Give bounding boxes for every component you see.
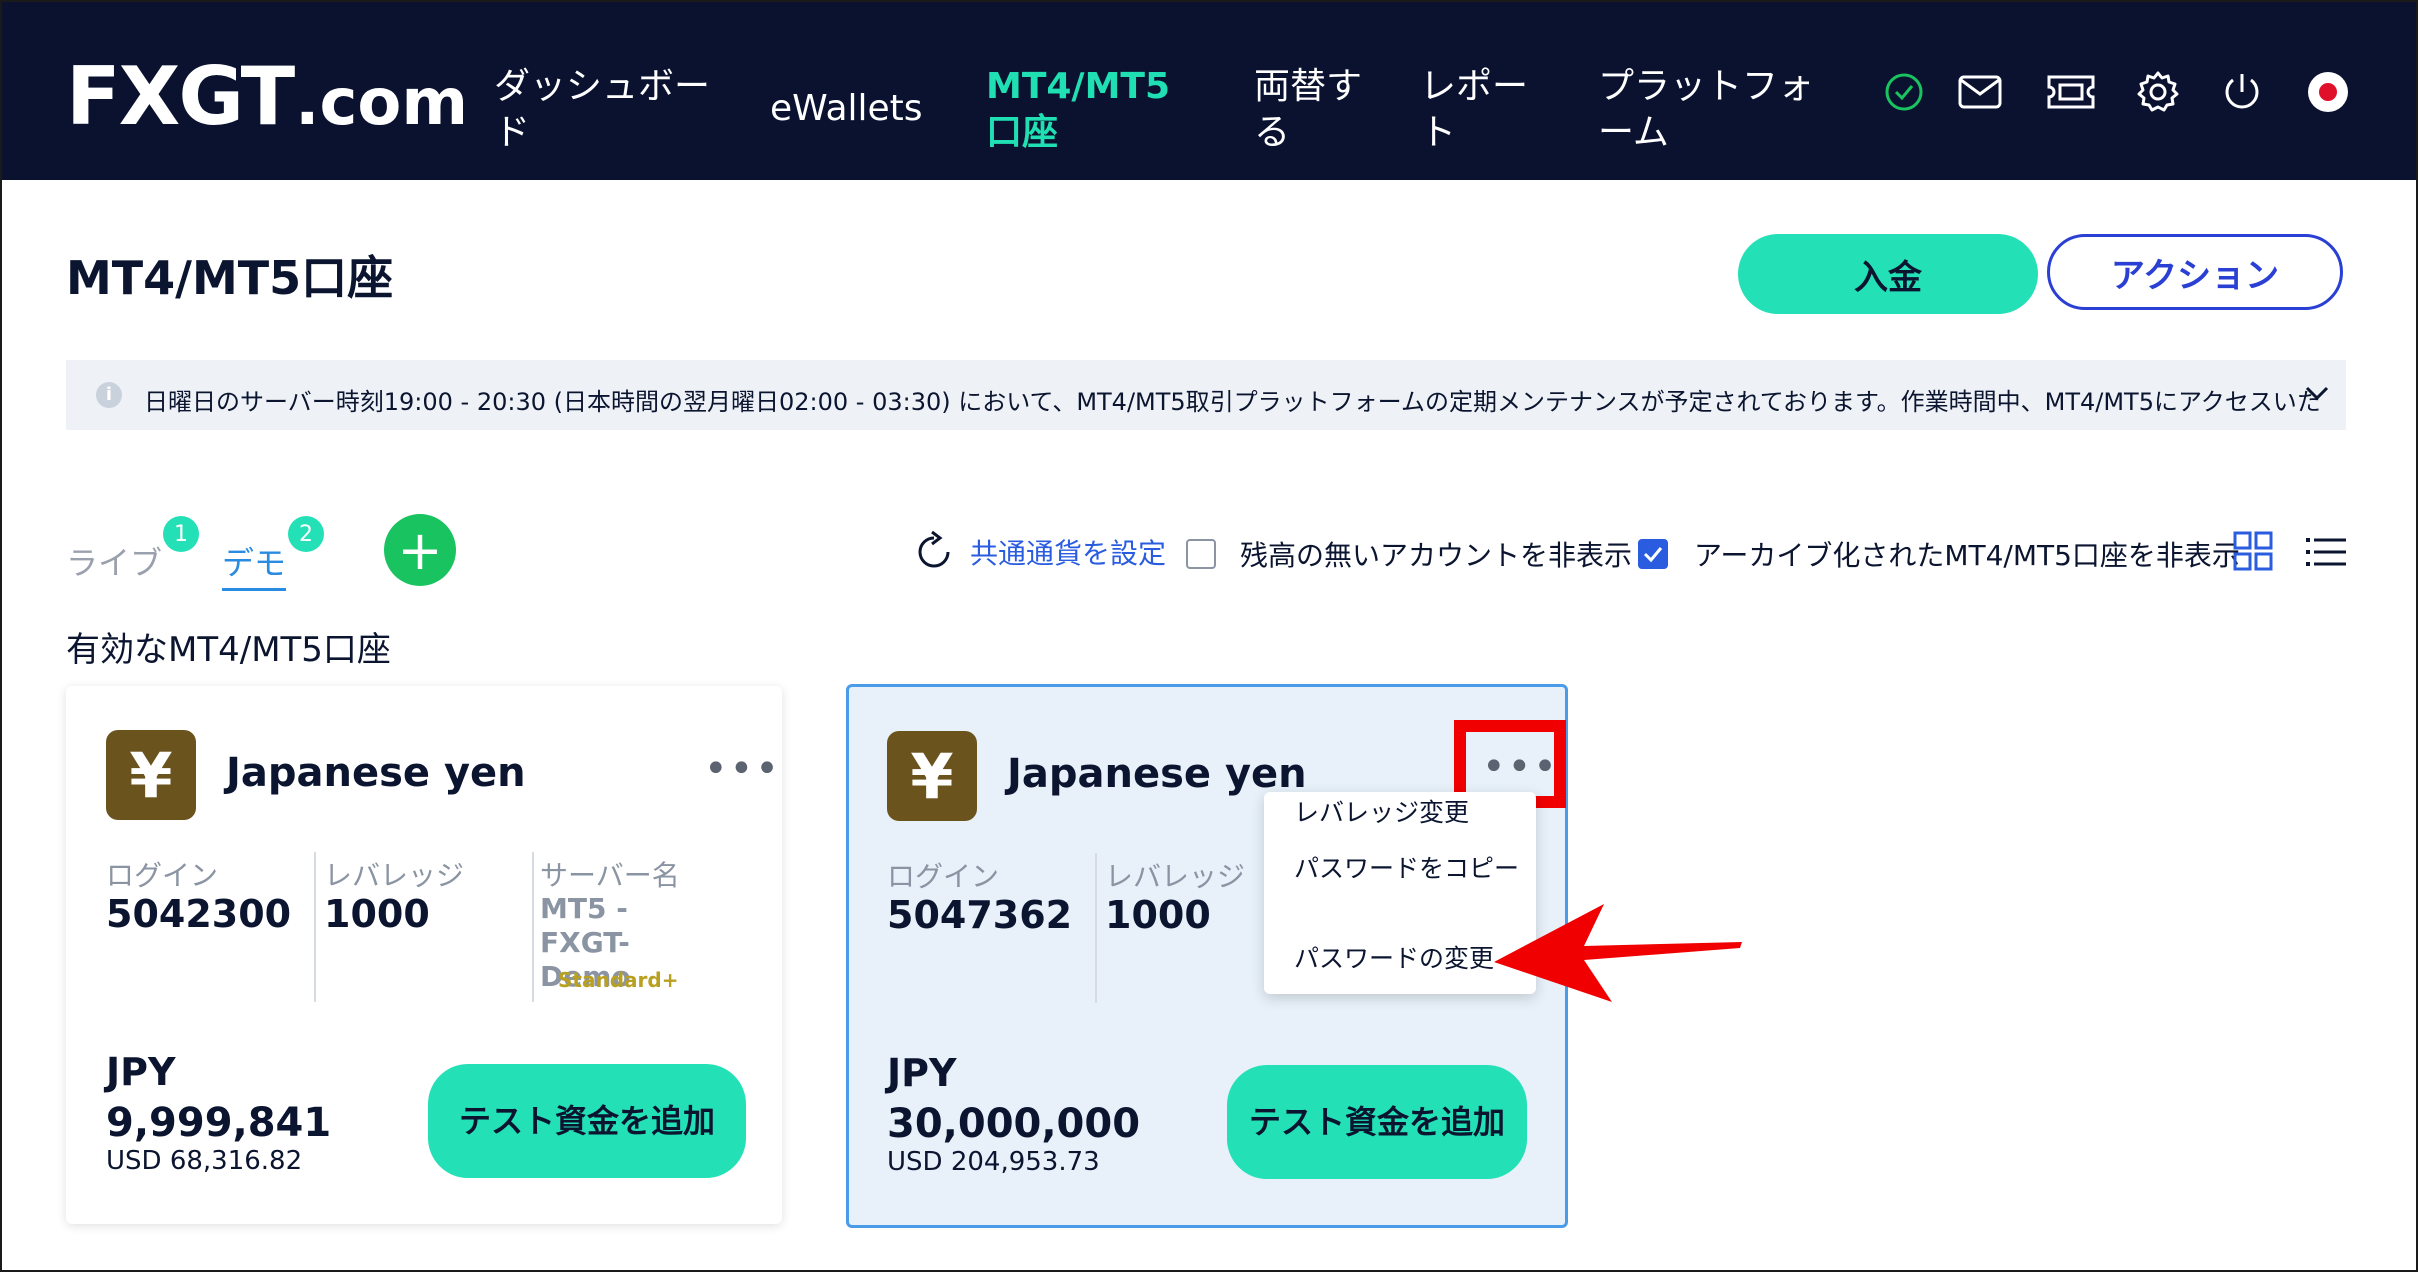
notice-text: 日曜日のサーバー時刻19:00 - 20:30 (日本時間の翌月曜日02:00 … [144,388,2321,416]
nav-exchange[interactable]: 両替する [1254,64,1374,156]
usd-equivalent: USD 204,953.73 [887,1147,1100,1177]
currency-name: Japanese yen [226,750,526,796]
yen-icon: ¥ [887,731,977,821]
hide-archived-checkbox[interactable] [1638,539,1668,569]
nav-mt4-mt5-accounts[interactable]: MT4/MT5口座 [986,64,1196,156]
checkmark-icon [1643,547,1663,563]
login-label: ログイン [106,859,219,892]
mail-icon[interactable] [1958,70,2002,114]
chevron-down-icon[interactable] [2302,378,2332,408]
nav-platforms[interactable]: プラットフォーム [1598,64,1828,156]
red-arrow-annotation [1494,904,1742,1002]
login-label: ログイン [887,860,1000,893]
add-account-button[interactable]: + [384,514,456,586]
set-common-currency-link[interactable]: 共通通貨を設定 [970,532,1166,572]
account-currency: JPY [887,1051,957,1095]
section-title: 有効なMT4/MT5口座 [66,630,391,670]
hide-zero-balance-label: 残高の無いアカウントを非表示 [1240,539,1633,572]
login-value: 5042300 [106,892,292,936]
check-circle-icon[interactable] [1882,70,1926,114]
leverage-label: レバレッジ [324,859,465,892]
maintenance-notice: i 日曜日のサーバー時刻19:00 - 20:30 (日本時間の翌月曜日02:0… [66,360,2346,430]
page-title: MT4/MT5口座 [66,251,394,305]
more-options-icon[interactable]: ••• [704,749,781,789]
balance-value: 30,000,000 [887,1101,1141,1147]
menu-item-copy-password[interactable]: パスワードをコピー [1294,852,1524,886]
divider [314,852,316,1002]
refresh-icon[interactable] [910,528,958,576]
usd-equivalent: USD 68,316.82 [106,1146,303,1176]
account-card: ¥ Japanese yen ••• ログイン 5042300 レバレッジ 10… [66,686,782,1224]
deposit-button[interactable]: 入金 [1738,234,2038,314]
tier-badge: Standard+ [558,968,679,992]
leverage-value: 1000 [324,892,430,936]
leverage-value: 1000 [1105,893,1211,937]
more-options-icon[interactable]: ••• [1482,747,1559,787]
nav-ewallets[interactable]: eWallets [770,86,923,132]
menu-item-change-leverage[interactable]: レバレッジ変更 [1294,796,1524,830]
server-label: サーバー名 [540,859,680,892]
hide-zero-balance-checkbox[interactable] [1186,539,1216,569]
currency-name: Japanese yen [1007,751,1307,797]
fxgt-logo[interactable]: FX GT .com [66,50,468,143]
grid-view-icon[interactable] [2232,530,2276,574]
leverage-label: レバレッジ [1105,860,1246,893]
divider [1095,853,1097,1003]
action-button[interactable]: アクション [2047,234,2343,310]
account-currency: JPY [106,1050,176,1094]
nav-dashboard[interactable]: ダッシュボード [494,64,724,156]
nav-reports[interactable]: レポート [1420,64,1540,156]
japan-flag-icon[interactable] [2306,70,2350,114]
demo-count-badge: 2 [288,516,324,552]
live-count-badge: 1 [163,516,199,552]
divider [532,852,534,1002]
balance-value: 9,999,841 [106,1100,332,1146]
gear-icon[interactable] [2136,70,2180,114]
login-value: 5047362 [887,893,1073,937]
top-navigation-bar: FX GT .com ダッシュボード eWallets MT4/MT5口座 両替する… [2,2,2416,180]
power-icon[interactable] [2220,70,2264,114]
list-view-icon[interactable] [2304,530,2348,574]
add-test-funds-button[interactable]: テスト資金を追加 [428,1064,746,1178]
add-test-funds-button[interactable]: テスト資金を追加 [1227,1065,1527,1179]
info-icon: i [96,382,122,408]
tab-live[interactable]: ライブ [66,538,162,584]
tab-demo[interactable]: デモ [222,538,287,591]
ticket-icon[interactable] [2046,70,2096,114]
hide-archived-label: アーカイブ化されたMT4/MT5口座を非表示 [1694,539,2240,572]
yen-icon: ¥ [106,730,196,820]
